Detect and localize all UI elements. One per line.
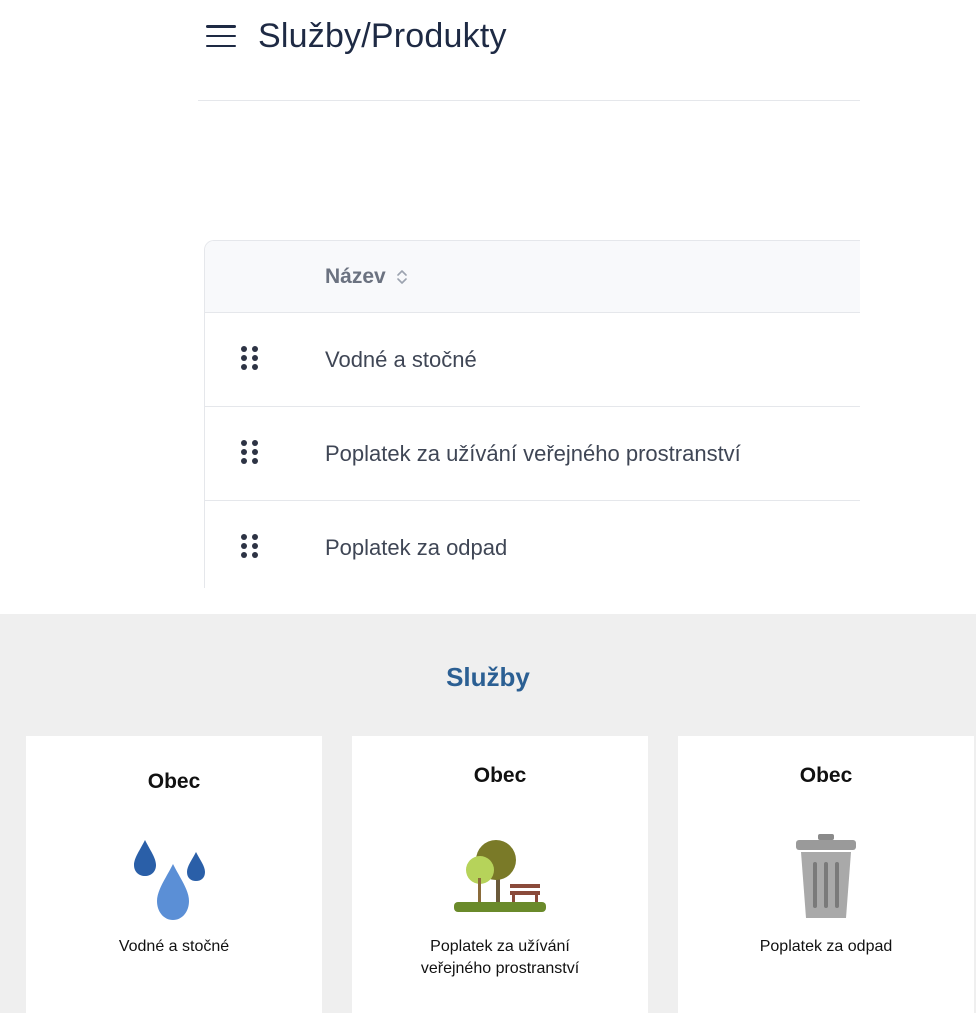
drag-handle-icon[interactable] xyxy=(241,345,261,374)
top-bar: Služby/Produkty xyxy=(206,14,507,58)
card-org-name: Obec xyxy=(147,770,201,793)
table-row[interactable]: Poplatek za odpad xyxy=(205,501,860,588)
public-section-title: Služby xyxy=(446,662,530,692)
row-name: Poplatek za užívání veřejného prostranst… xyxy=(325,440,741,466)
table-row[interactable]: Poplatek za užívání veřejného prostranst… xyxy=(205,407,860,501)
card-org-name: Obec xyxy=(799,764,853,787)
drag-handle-icon[interactable] xyxy=(241,439,261,468)
column-header-name[interactable]: Název xyxy=(325,265,408,289)
row-name: Vodné a stočné xyxy=(325,346,477,372)
card-service-label: Poplatek za odpad xyxy=(759,938,893,955)
service-card-water[interactable]: Obec Vodné a stočné xyxy=(26,736,322,1013)
trash-bin-icon xyxy=(796,834,856,918)
card-service-label: Vodné a stočné xyxy=(118,938,230,955)
service-card-public-space[interactable]: Obec Poplatek za užívání veřejného prost… xyxy=(352,736,648,1013)
sort-icon[interactable] xyxy=(396,268,408,286)
page-title: Služby/Produkty xyxy=(258,16,507,55)
table-header: Název xyxy=(205,241,860,313)
column-header-label: Název xyxy=(325,264,386,288)
header-divider xyxy=(198,100,860,101)
card-service-label: Poplatek za užívání veřejného prostranst… xyxy=(420,938,580,977)
service-card-waste[interactable]: Obec Poplatek za odpad xyxy=(678,736,974,1013)
public-services-panel: Služby Obec Vodné a stočné Obec Poplatek… xyxy=(0,614,976,1013)
table-row[interactable]: Vodné a stočné xyxy=(205,313,860,407)
drag-handle-icon[interactable] xyxy=(241,534,261,562)
hamburger-menu-icon[interactable] xyxy=(206,25,236,47)
water-drops-icon xyxy=(134,840,205,920)
card-org-name: Obec xyxy=(473,764,527,787)
park-bench-icon xyxy=(454,840,546,912)
services-table: Název Vodné a stočné Poplatek za užívání… xyxy=(204,240,860,588)
row-name: Poplatek za odpad xyxy=(325,535,508,560)
